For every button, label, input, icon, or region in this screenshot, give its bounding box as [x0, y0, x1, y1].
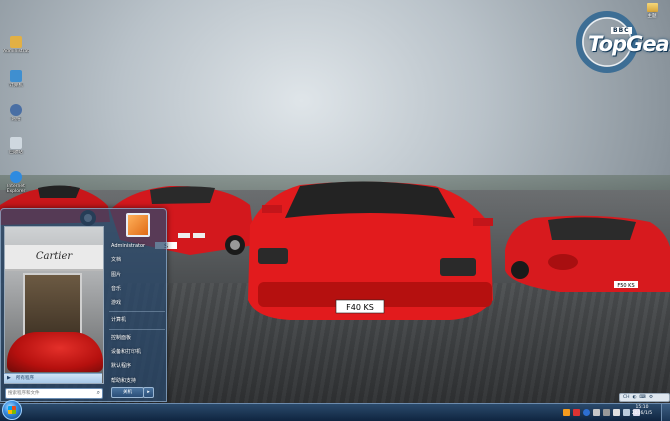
desktop-icon-label: Internet Explorer	[6, 184, 26, 194]
desktop-icon-theme-folder[interactable]: 主题	[643, 3, 661, 19]
desktop-icon-label: 回收站	[9, 150, 23, 155]
action-center-flag-icon[interactable]	[613, 408, 620, 416]
ime-icon[interactable]: ◐	[633, 395, 637, 400]
start-item-control-panel[interactable]: 控制面板	[109, 331, 165, 345]
system-clock[interactable]: 15:10 2016/1/5	[628, 405, 656, 417]
keyboard-icon[interactable]: ⌨	[639, 395, 646, 400]
start-item-devices-printers[interactable]: 设备和打印机	[109, 345, 165, 359]
desktop-icon-label: 网络	[11, 117, 21, 122]
car-f40: F40 KS	[248, 181, 493, 320]
topgear-logo-text: TopGear	[588, 32, 670, 56]
desktop-icon-ie[interactable]: Internet Explorer	[3, 171, 29, 194]
all-programs-button[interactable]: ▶ 所有程序	[4, 373, 102, 383]
language-indicator[interactable]: CH	[623, 395, 630, 400]
desktop-icon-computer[interactable]: 计算机	[3, 70, 29, 88]
plate-right: F50 KS	[617, 283, 634, 289]
cartier-sign: Cartier	[35, 251, 73, 262]
desktop-icon-label: Administrator	[3, 49, 29, 54]
start-button[interactable]	[2, 400, 22, 420]
car-f50: F50 KS	[505, 215, 670, 292]
desktop-icon-label: 计算机	[9, 83, 23, 88]
tray-security-icon[interactable]	[573, 408, 580, 416]
recycle-bin-icon	[10, 137, 22, 149]
start-item-documents[interactable]: 文档	[109, 253, 165, 267]
start-menu-left-panel: Cartier	[4, 226, 104, 384]
network-icon	[10, 104, 22, 116]
show-desktop-button[interactable]	[661, 404, 670, 421]
start-item-pictures[interactable]: 图片	[109, 268, 165, 282]
tray-device-icon[interactable]	[593, 408, 600, 416]
taskbar: 15:10 2016/1/5	[0, 400, 670, 421]
windows-logo-icon	[8, 406, 16, 414]
desktop-icon-administrator[interactable]: Administrator	[3, 36, 29, 54]
menu-divider	[109, 311, 165, 313]
shutdown-options-button[interactable]: ▸	[143, 387, 154, 398]
store-preview-image: Cartier	[5, 227, 103, 383]
shutdown-button[interactable]: 关机	[111, 387, 144, 398]
internet-explorer-icon	[10, 171, 22, 183]
desktop-icon-network[interactable]: 网络	[3, 104, 29, 122]
start-search-input[interactable]	[8, 389, 88, 397]
settings-icon[interactable]: ⚙	[649, 395, 653, 400]
arrow-right-icon: ▶	[7, 375, 11, 381]
red-car-image	[7, 332, 103, 372]
start-item-games[interactable]: 游戏	[109, 296, 165, 310]
all-programs-label: 所有程序	[16, 376, 34, 381]
user-folder-icon	[10, 36, 22, 48]
tray-printer-icon[interactable]	[603, 408, 610, 416]
clock-date: 2016/1/5	[631, 411, 653, 416]
start-menu: Cartier ▶ 所有程序 ⌕ Administrator 文档 图片 音乐 …	[0, 208, 167, 402]
topgear-logo: BBC TopGear	[578, 14, 670, 69]
language-bar[interactable]: CH ◐ ⌨ ⚙	[619, 393, 670, 402]
start-item-default-programs[interactable]: 默认程序	[109, 359, 165, 373]
start-item-user-folder[interactable]: Administrator	[109, 239, 165, 253]
desktop-icon-label: 主题	[647, 14, 657, 19]
menu-divider	[109, 328, 165, 330]
plate-front: F40 KS	[346, 303, 374, 312]
search-icon[interactable]: ⌕	[97, 389, 100, 397]
desktop-icon-recycle-bin[interactable]: 回收站	[3, 137, 29, 155]
computer-icon	[10, 70, 22, 82]
help-icon[interactable]	[583, 408, 590, 416]
start-item-computer[interactable]: 计算机	[109, 313, 165, 327]
start-search-box[interactable]: ⌕	[5, 388, 103, 399]
folder-icon	[646, 3, 658, 12]
start-item-help-support[interactable]: 帮助和支持	[109, 374, 165, 388]
tray-app-icon[interactable]	[563, 408, 570, 416]
user-avatar[interactable]	[126, 213, 150, 237]
start-item-music[interactable]: 音乐	[109, 282, 165, 296]
start-menu-right-panel: Administrator 文档 图片 音乐 游戏 计算机 控制面板 设备和打印…	[109, 239, 165, 388]
